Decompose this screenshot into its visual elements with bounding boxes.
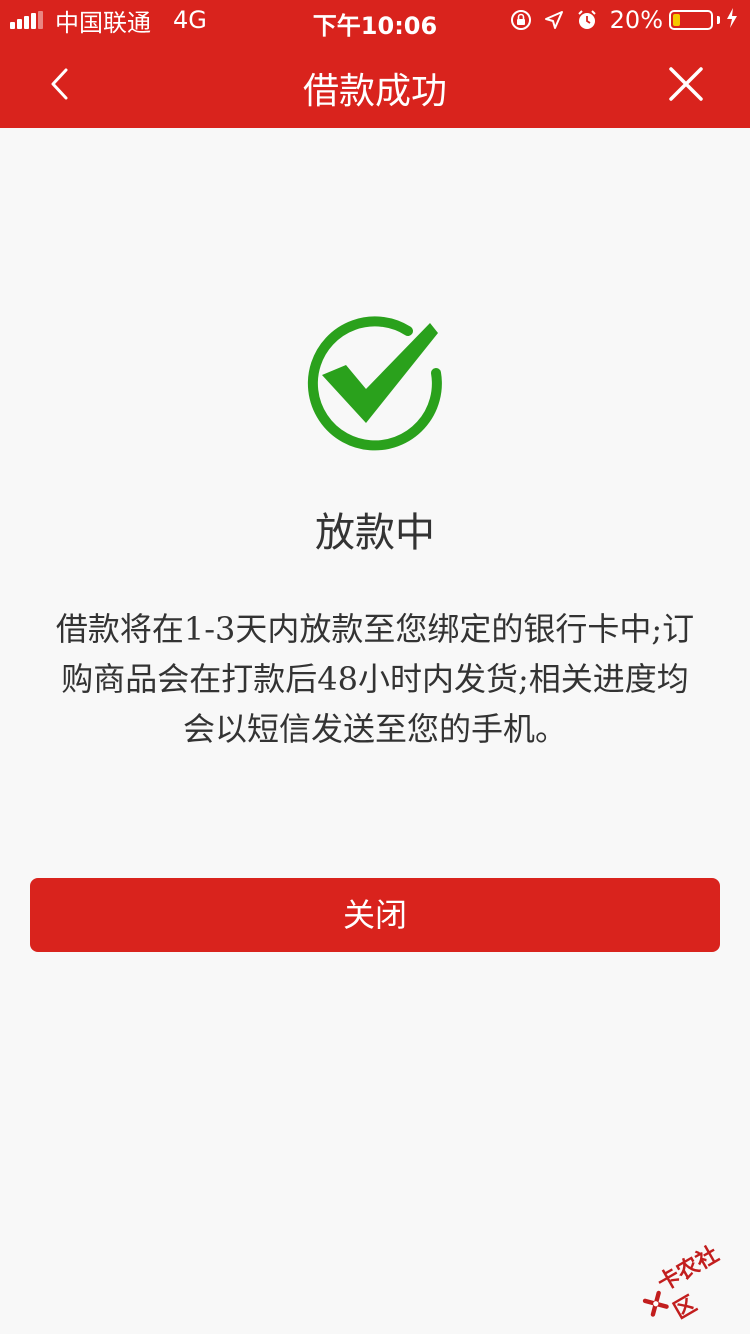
alarm-icon [576, 9, 598, 31]
battery-tip [717, 16, 720, 24]
battery-percent: 20% [609, 6, 663, 34]
close-nav-button[interactable] [662, 60, 710, 108]
status-title: 放款中 [315, 510, 435, 556]
battery-icon [669, 10, 713, 30]
page-title: 借款成功 [302, 71, 447, 112]
orientation-lock-icon [510, 9, 532, 31]
close-icon [669, 67, 703, 101]
status-bar-right: 20% [510, 6, 738, 34]
watermark-logo: 卡农社区 [632, 1233, 749, 1334]
success-check-icon [300, 305, 450, 455]
screen: 中国联通 4G 下午10:06 20% 借款成功 放款中 借款将在1-3天内放款… [0, 0, 750, 1334]
status-bar: 中国联通 4G 下午10:06 20% [0, 0, 750, 40]
status-description: 借款将在1-3天内放款至您绑定的银行卡中;订购商品会在打款后48小时内发货;相关… [55, 610, 695, 748]
navigation-bar: 借款成功 [0, 40, 750, 128]
location-arrow-icon [544, 10, 564, 30]
battery-level [673, 14, 680, 26]
charging-bolt-icon [726, 6, 738, 34]
header: 中国联通 4G 下午10:06 20% 借款成功 [0, 0, 750, 128]
close-button[interactable]: 关闭 [30, 878, 720, 952]
